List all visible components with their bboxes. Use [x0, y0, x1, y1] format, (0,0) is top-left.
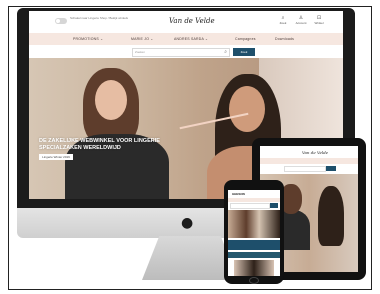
- tablet-logo[interactable]: Van de Velde: [302, 150, 328, 155]
- phone-promo-band-2[interactable]: [228, 252, 280, 258]
- tablet-navigation: [260, 158, 358, 164]
- header-search-label: Zoek: [279, 21, 287, 25]
- nav-item-campagnes[interactable]: Campagnes: [235, 37, 256, 41]
- hero-model-2-face: [229, 86, 265, 132]
- apple-logo-icon: ●: [181, 215, 194, 231]
- phone-logo[interactable]: GEESON: [232, 192, 245, 196]
- home-button[interactable]: [249, 277, 259, 284]
- hero-button[interactable]: Lingerie Winter 2019: [39, 154, 73, 160]
- header-account-label: Account: [295, 21, 307, 25]
- nav-item-promotions[interactable]: PROMOTIONS ⌄: [73, 37, 103, 41]
- phone-screen: GEESON: [228, 190, 280, 276]
- nav-item-downloads[interactable]: Downloads: [275, 37, 294, 41]
- phone-promo-band[interactable]: [228, 240, 280, 250]
- site-header: Schakel naar Lingerie Shop / Bekijk wink…: [29, 11, 343, 33]
- tablet-search-input[interactable]: [284, 166, 326, 172]
- phone-header: GEESON: [228, 190, 280, 198]
- nav-item-andres-sarda[interactable]: ANDRES SARDA ⌄: [174, 37, 208, 41]
- tablet-search-button[interactable]: [326, 166, 336, 171]
- phone-search-input[interactable]: [230, 203, 270, 209]
- header-cart-label: Winkel: [314, 21, 324, 25]
- search-row: Zoeken ⌕ Zoek: [29, 45, 343, 58]
- phone-hero[interactable]: [228, 210, 280, 238]
- search-input[interactable]: Zoeken ⌕: [132, 48, 230, 57]
- search-placeholder: Zoeken: [135, 50, 146, 54]
- hero-title: DE ZAKELIJKE WEBWINKEL VOOR LINGERIE SPE…: [39, 138, 160, 151]
- store-switch-toggle[interactable]: [55, 18, 67, 24]
- store-switch-text: Schakel naar Lingerie Shop / Bekijk wink…: [70, 16, 129, 20]
- header-search[interactable]: ⌕ Zoek: [273, 15, 293, 25]
- tablet-model-2-hair: [318, 186, 344, 246]
- magnifier-icon: ⌕: [224, 49, 227, 55]
- phone-product-image[interactable]: [234, 260, 274, 276]
- nav-item-marie-jo[interactable]: MARIE JO ⌄: [131, 37, 153, 41]
- main-navigation: PROMOTIONS ⌄ MARIE JO ⌄ ANDRES SARDA ⌄ C…: [29, 33, 343, 45]
- tablet-header: Van de Velde: [260, 146, 358, 158]
- header-account[interactable]: ♙ Account: [291, 15, 311, 25]
- phone-search-button[interactable]: [270, 203, 278, 208]
- phone-navigation: [228, 198, 280, 202]
- hero-model-1-face: [95, 80, 127, 120]
- search-button[interactable]: Zoek: [233, 48, 255, 56]
- header-cart[interactable]: ⊡ Winkel: [309, 15, 329, 25]
- site-logo[interactable]: Van de Velde: [169, 17, 215, 25]
- phone-device: GEESON: [224, 180, 284, 284]
